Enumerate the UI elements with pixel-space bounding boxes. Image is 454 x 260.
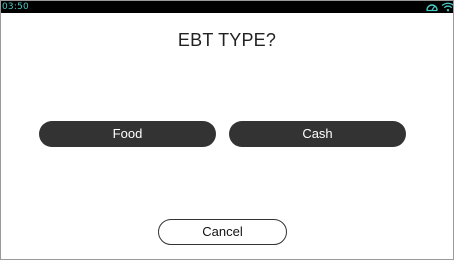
food-button[interactable]: Food — [39, 121, 216, 147]
cancel-button[interactable]: Cancel — [158, 219, 287, 245]
status-bar: 03:50 — [1, 1, 453, 13]
status-time: 03:50 — [2, 2, 29, 12]
gauge-icon — [425, 2, 439, 12]
dialog-title: EBT TYPE? — [177, 30, 277, 50]
payment-terminal-screen: 03:50 EBT TYPE? Food Cash Cancel — [0, 0, 454, 260]
cash-button[interactable]: Cash — [229, 121, 406, 147]
wifi-icon — [441, 2, 453, 12]
